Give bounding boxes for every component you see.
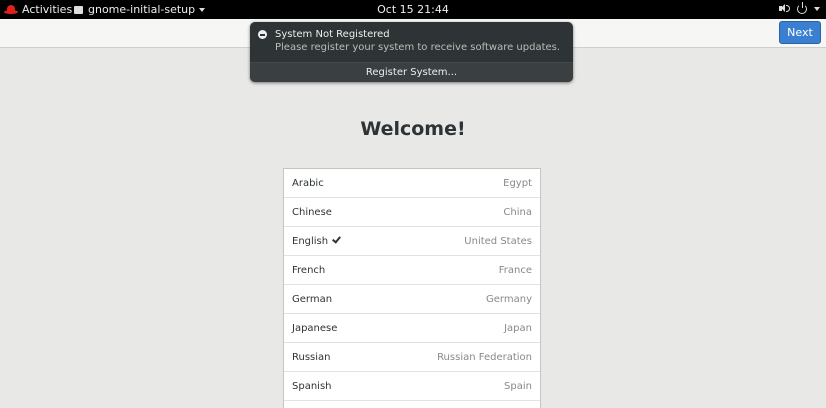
- app-menu[interactable]: gnome-initial-setup: [74, 3, 206, 16]
- notification-banner[interactable]: System Not Registered Please register yo…: [250, 22, 573, 82]
- top-bar: Activities gnome-initial-setup Oct 15 21…: [0, 0, 826, 19]
- redhat-logo-icon: [4, 5, 18, 14]
- language-row[interactable]: German Germany: [284, 285, 540, 314]
- clock[interactable]: Oct 15 21:44: [377, 3, 449, 16]
- language-name: Spanish: [292, 381, 332, 392]
- minus-circle-icon: [258, 30, 267, 39]
- language-row[interactable]: Japanese Japan: [284, 314, 540, 343]
- app-menu-label: gnome-initial-setup: [88, 3, 196, 16]
- language-name: Chinese: [292, 207, 332, 218]
- language-row[interactable]: Chinese China: [284, 198, 540, 227]
- language-row[interactable]: Spanish Spain: [284, 372, 540, 401]
- next-button[interactable]: Next: [779, 21, 821, 44]
- system-status-menu[interactable]: [778, 2, 820, 15]
- language-region: Russian Federation: [437, 352, 532, 363]
- power-icon: [796, 2, 809, 15]
- language-name: Japanese: [292, 323, 338, 334]
- activities-button[interactable]: Activities: [4, 3, 72, 16]
- language-row[interactable]: Arabic Egypt: [284, 169, 540, 198]
- volume-icon: [778, 2, 791, 15]
- language-region: France: [498, 265, 532, 276]
- language-list: Arabic Egypt Chinese China English United Sta…: [283, 168, 541, 408]
- language-name: French: [292, 265, 326, 276]
- activities-label: Activities: [22, 3, 73, 16]
- notification-body: Please register your system to receive s…: [275, 42, 561, 53]
- notification-title: System Not Registered: [275, 29, 390, 40]
- language-region: United States: [464, 236, 532, 247]
- language-region: China: [503, 207, 532, 218]
- language-name: Russian: [292, 352, 331, 363]
- language-name: German: [292, 294, 333, 305]
- chevron-down-icon: [814, 6, 820, 11]
- page-title: Welcome!: [360, 118, 466, 140]
- language-region: Japan: [504, 323, 532, 334]
- language-row[interactable]: English United States: [284, 227, 540, 256]
- language-name: English: [292, 236, 329, 247]
- language-region: Egypt: [503, 178, 532, 189]
- language-row[interactable]: Russian Russian Federation: [284, 343, 540, 372]
- register-system-button[interactable]: Register System...: [250, 62, 573, 82]
- language-name: Arabic: [292, 178, 324, 189]
- app-window-icon: [74, 5, 83, 14]
- language-region: Spain: [504, 381, 532, 392]
- language-row[interactable]: French France: [284, 256, 540, 285]
- language-region: Germany: [486, 294, 532, 305]
- checkmark-icon: [332, 235, 340, 243]
- chevron-down-icon: [199, 7, 206, 12]
